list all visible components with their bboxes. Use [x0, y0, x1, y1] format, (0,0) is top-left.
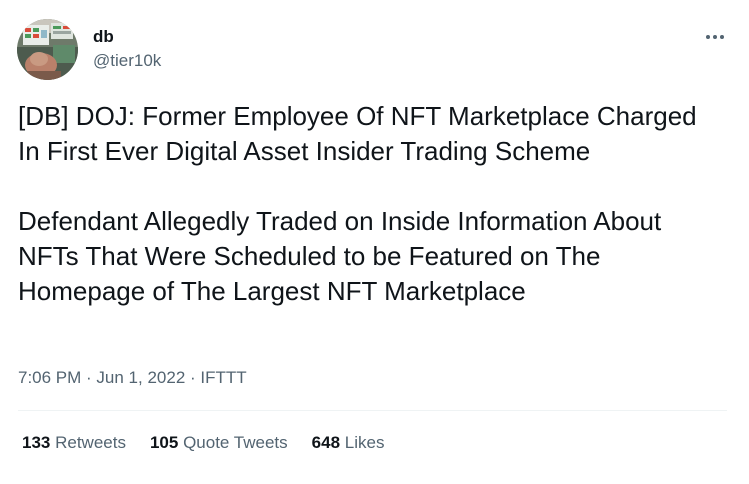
more-horizontal-icon: [706, 35, 710, 39]
tweet-paragraph-1: [DB] DOJ: Former Employee Of NFT Marketp…: [18, 101, 697, 166]
tweet-paragraph-2: Defendant Allegedly Traded on Inside Inf…: [18, 206, 662, 306]
tweet-text: [DB] DOJ: Former Employee Of NFT Marketp…: [18, 99, 718, 309]
author-handle[interactable]: @tier10k: [93, 51, 161, 71]
quote-tweets-stat[interactable]: 105 Quote Tweets: [150, 433, 288, 453]
likes-label: Likes: [340, 433, 385, 452]
likes-count: 648: [311, 433, 341, 452]
more-horizontal-icon-dot: [713, 35, 717, 39]
tweet-source[interactable]: IFTTT: [200, 368, 246, 387]
retweets-stat[interactable]: 133 Retweets: [22, 433, 126, 453]
retweets-count: 133: [22, 433, 51, 452]
more-options-button[interactable]: [700, 22, 730, 52]
retweets-label: Retweets: [50, 433, 126, 452]
quote-tweets-label: Quote Tweets: [178, 433, 288, 452]
avatar-image: [17, 19, 78, 80]
meta-separator: ·: [185, 368, 201, 387]
tweet-meta: 7:06 PM · Jun 1, 2022 · IFTTT: [18, 368, 247, 388]
author-name[interactable]: db: [93, 27, 114, 47]
divider: [18, 410, 727, 411]
engagement-stats: 133 Retweets 105 Quote Tweets 648 Likes: [22, 433, 384, 453]
tweet-date[interactable]: Jun 1, 2022: [96, 368, 185, 387]
tweet-card: db @tier10k [DB] DOJ: Former Employee Of…: [0, 0, 749, 484]
avatar[interactable]: [17, 19, 78, 80]
quote-tweets-count: 105: [149, 433, 179, 452]
meta-separator: ·: [81, 368, 97, 387]
tweet-time[interactable]: 7:06 PM: [18, 368, 81, 387]
likes-stat[interactable]: 648 Likes: [312, 433, 385, 453]
more-horizontal-icon-dot: [720, 35, 724, 39]
